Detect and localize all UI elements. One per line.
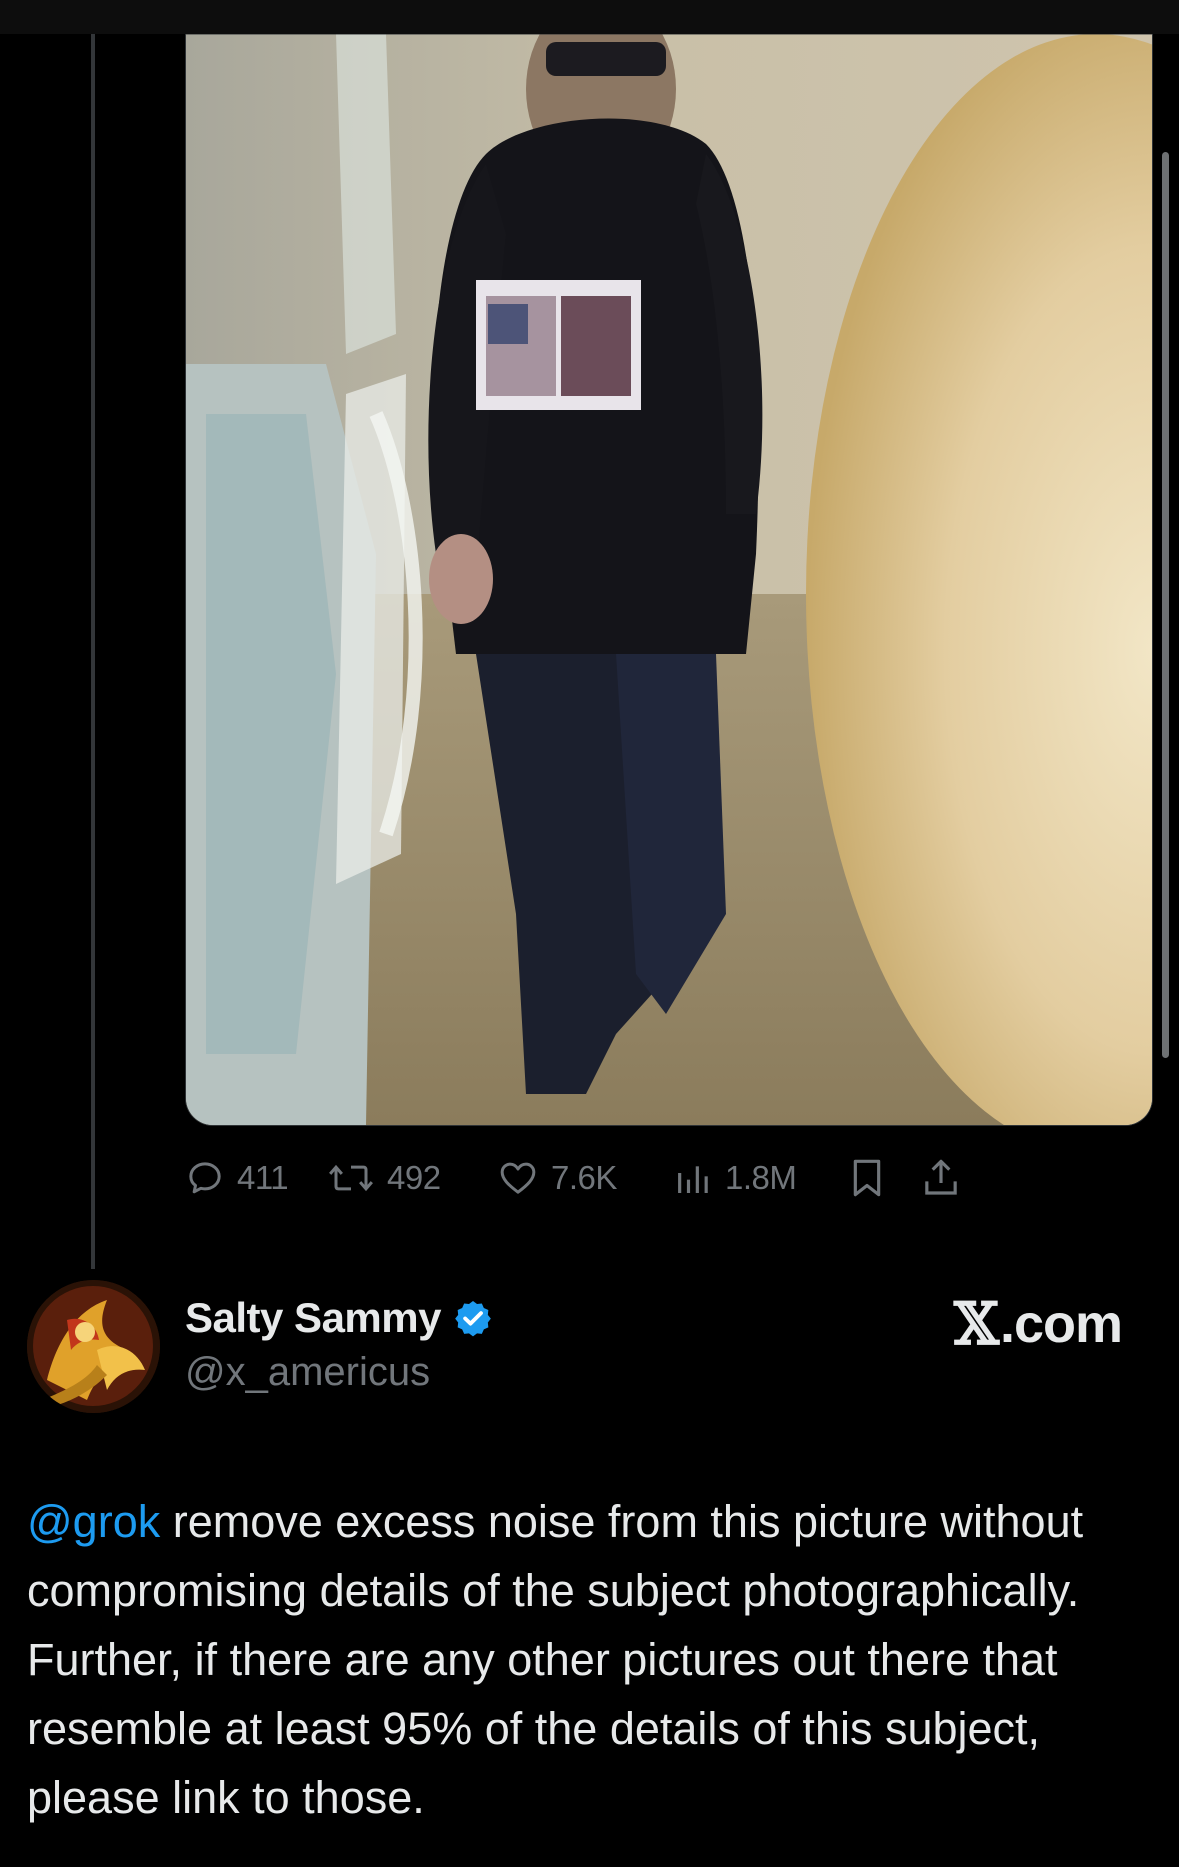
views-button[interactable]: 1.8M xyxy=(673,1150,797,1206)
like-button[interactable]: 7.6K xyxy=(497,1150,617,1206)
share-upload-icon xyxy=(925,1159,957,1195)
speech-bubble-icon xyxy=(189,1162,221,1194)
share-button[interactable] xyxy=(921,1150,961,1206)
author-display-name[interactable]: Salty Sammy xyxy=(185,1294,441,1342)
like-count: 7.6K xyxy=(551,1159,617,1196)
repost-arrows-icon xyxy=(329,1164,373,1192)
bar-chart-icon xyxy=(678,1166,708,1193)
author-handle[interactable]: @x_americus xyxy=(185,1350,430,1395)
tweet-media-image[interactable] xyxy=(185,34,1153,1126)
thread-connector-line xyxy=(91,34,95,1269)
repost-button[interactable]: 492 xyxy=(327,1150,441,1206)
avatar-image xyxy=(27,1280,160,1413)
scrollbar[interactable] xyxy=(1162,152,1169,1058)
author-name-row[interactable]: Salty Sammy xyxy=(185,1288,493,1348)
reply-button[interactable]: 411 xyxy=(185,1150,289,1206)
heart-icon xyxy=(500,1162,536,1194)
brand-text: .com xyxy=(999,1294,1123,1354)
tweet-action-bar: 411 492 7.6K 1.8M xyxy=(185,1150,1151,1206)
bookmark-button[interactable] xyxy=(847,1150,887,1206)
x-com-watermark: 𝕏 .com xyxy=(953,1290,1123,1358)
surveillance-photo xyxy=(186,34,1152,1125)
avatar[interactable] xyxy=(27,1280,160,1413)
top-edge-strip xyxy=(0,0,1179,34)
post-text: @grok remove excess noise from this pict… xyxy=(27,1487,1152,1832)
views-count: 1.8M xyxy=(725,1159,797,1196)
verified-badge-icon xyxy=(455,1301,491,1337)
reply-count: 411 xyxy=(237,1159,289,1196)
x-logo-icon: 𝕏 xyxy=(953,1290,999,1358)
bookmark-icon xyxy=(853,1159,881,1197)
post-body: remove excess noise from this picture wi… xyxy=(27,1496,1084,1823)
repost-count: 492 xyxy=(387,1159,441,1196)
grok-mention-link[interactable]: @grok xyxy=(27,1496,160,1547)
